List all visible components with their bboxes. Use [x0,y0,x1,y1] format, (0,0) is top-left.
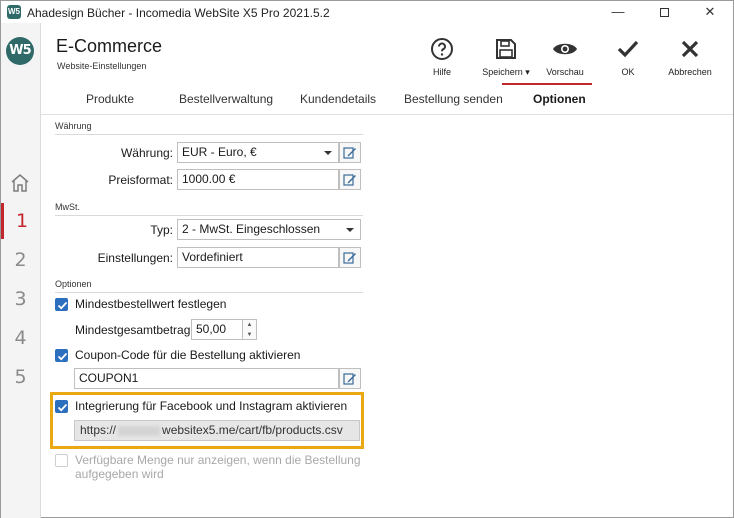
section-divider [55,215,363,216]
edit-icon [343,251,356,264]
min-order-checkbox[interactable] [55,298,68,311]
currency-label: Währung: [120,146,173,160]
vat-settings-edit-button[interactable] [339,247,361,268]
edit-icon [343,146,356,159]
section-divider [55,292,363,293]
page-header: E-Commerce Website-Einstellungen Hilfe S… [41,23,733,85]
tab-bestellung-senden[interactable]: Bestellung senden [404,92,503,106]
home-icon[interactable] [10,173,30,193]
currency-select[interactable]: EUR - Euro, € [177,142,339,163]
section-currency-label: Währung [55,121,92,131]
price-format-edit-button[interactable] [339,169,361,190]
vat-settings-label: Einstellungen: [97,251,173,265]
edit-icon [343,173,356,186]
options-panel: Währung Währung: EUR - Euro, € Preisform… [41,116,733,518]
maximize-icon [659,8,669,18]
title-bar: W5 Ahadesign Bücher - Incomedia WebSite … [1,1,733,23]
tab-produkte[interactable]: Produkte [86,92,134,106]
facebook-feed-url-field[interactable]: https:// websitex5.me/cart/fb/products.cs… [74,420,360,441]
tab-optionen[interactable]: Optionen [533,92,586,106]
minimize-button[interactable]: — [595,1,641,23]
save-button[interactable]: Speichern ▾ [475,35,537,78]
preview-button[interactable]: Vorschau [534,35,596,77]
vat-settings-field[interactable]: Vordefiniert [177,247,339,268]
help-label: Hilfe [432,67,451,77]
url-prefix: https:// [80,423,117,437]
section-divider [55,134,363,135]
section-options-label: Optionen [55,279,92,289]
eye-icon [553,43,577,55]
window-title: Ahadesign Bücher - Incomedia WebSite X5 … [27,6,330,20]
vat-type-label: Typ: [150,223,173,237]
coupon-code-field[interactable]: COUPON1 [74,368,339,389]
coupon-label: Coupon-Code für die Bestellung aktiviere… [75,348,301,362]
coupon-checkbox[interactable] [55,349,68,362]
section-vat-label: MwSt. [55,202,81,212]
save-label: Speichern ▾ [482,67,530,77]
edit-icon [343,372,356,385]
min-total-stepper[interactable]: ▲ ▼ [243,319,257,340]
step-3[interactable]: 3 [1,281,40,317]
vat-type-select[interactable]: 2 - MwSt. Eingeschlossen [177,219,361,240]
save-icon [496,39,516,59]
cancel-button[interactable]: Abbrechen [659,35,721,77]
facebook-integration-label: Integrierung für Facebook und Instagram … [75,399,348,413]
facebook-integration-checkbox[interactable] [55,400,68,413]
cross-icon [681,40,699,58]
app-window: W5 Ahadesign Bücher - Incomedia WebSite … [0,0,734,518]
checkmark-icon [57,301,68,310]
step-5[interactable]: 5 [1,359,40,395]
step-rail: W5 1 2 3 4 5 [1,23,41,518]
stepper-down-icon[interactable]: ▼ [243,330,256,340]
min-total-input[interactable]: 50,00 [191,319,243,340]
tab-bar: Produkte Bestellverwaltung Kundendetails… [41,85,733,115]
ok-button[interactable]: OK [597,35,659,77]
price-format-field[interactable]: 1000.00 € [177,169,339,190]
checkmark-icon [57,352,68,361]
price-format-label: Preisformat: [108,173,173,187]
app-icon: W5 [7,5,21,19]
min-order-label: Mindestbestellwert festlegen [75,297,227,311]
help-icon [431,38,453,60]
step-1[interactable]: 1 [1,203,40,239]
tab-bestellverwaltung[interactable]: Bestellverwaltung [179,92,273,106]
stepper-up-icon[interactable]: ▲ [243,320,256,330]
url-suffix: websitex5.me/cart/fb/products.csv [162,423,343,437]
websitex5-logo: W5 [6,37,34,65]
checkmark-icon [617,40,639,58]
available-quantity-label-line2: aufgegeben wird [75,467,164,481]
page-subtitle: Website-Einstellungen [57,61,147,71]
maximize-button[interactable] [641,1,687,23]
step-2[interactable]: 2 [1,242,40,278]
help-button[interactable]: Hilfe [411,35,473,77]
cancel-label: Abbrechen [668,67,712,77]
available-quantity-label-line1: Verfügbare Menge nur anzeigen, wenn die … [75,453,361,467]
coupon-edit-button[interactable] [339,368,361,389]
preview-label: Vorschau [546,67,584,77]
min-total-label: Mindestgesamtbetrag: [75,323,194,337]
tab-kundendetails[interactable]: Kundendetails [300,92,376,106]
page-title: E-Commerce [56,36,163,56]
checkmark-icon [57,403,68,412]
ok-label: OK [621,67,635,77]
step-4[interactable]: 4 [1,320,40,356]
currency-edit-button[interactable] [339,142,361,163]
available-quantity-checkbox[interactable] [55,454,68,467]
close-button[interactable]: ✕ [687,1,733,23]
redacted-domain [118,425,161,436]
